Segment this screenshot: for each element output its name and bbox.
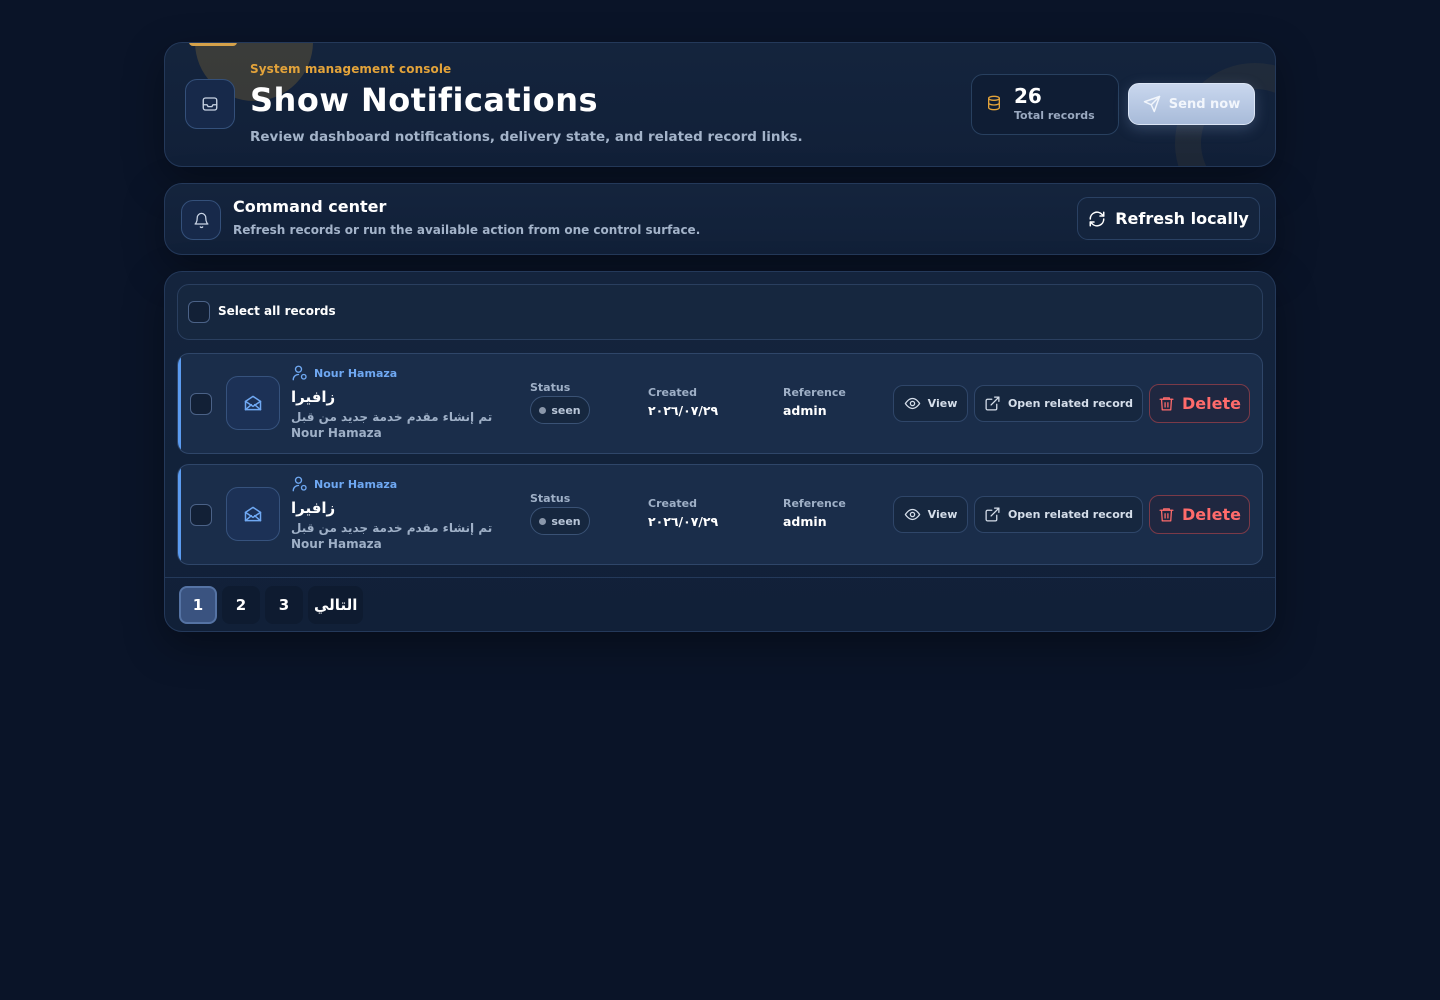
status-dot bbox=[539, 406, 547, 414]
created-value: ٢٠٢٦/٠٧/٢٩ bbox=[648, 514, 719, 529]
view-button[interactable]: View bbox=[893, 385, 968, 422]
row-accent-bar bbox=[178, 465, 181, 564]
row-checkbox[interactable] bbox=[190, 393, 212, 415]
created-value: ٢٠٢٦/٠٧/٢٩ bbox=[648, 403, 719, 418]
status-label: Status bbox=[530, 381, 571, 394]
delete-label: Delete bbox=[1182, 394, 1241, 413]
row-checkbox[interactable] bbox=[190, 504, 212, 526]
status-value: seen bbox=[551, 514, 581, 528]
open-related-record-label: Open related record bbox=[1007, 397, 1134, 410]
row-title: زافيرا bbox=[291, 388, 336, 406]
table-row: Nour Hamaza زافيرا تم إنشاء مقدم خدمة جد… bbox=[177, 353, 1263, 454]
list-divider bbox=[165, 577, 1275, 578]
pagination: 1 2 3 التالي bbox=[179, 586, 364, 624]
select-all-checkbox[interactable] bbox=[188, 301, 210, 323]
reference-label: Reference bbox=[783, 386, 846, 399]
command-center-title: Command center bbox=[233, 197, 387, 216]
page-title: Show Notifications bbox=[250, 81, 599, 119]
status-badge: seen bbox=[530, 396, 590, 424]
row-accent-bar bbox=[178, 354, 181, 453]
delete-button[interactable]: Delete bbox=[1149, 495, 1250, 534]
delete-button[interactable]: Delete bbox=[1149, 384, 1250, 423]
database-icon bbox=[986, 94, 1002, 112]
status-label: Status bbox=[530, 492, 571, 505]
send-now-button[interactable]: Send now bbox=[1128, 83, 1255, 125]
send-now-label: Send now bbox=[1168, 96, 1241, 112]
trash-icon bbox=[1158, 395, 1175, 412]
select-all-bar: Select all records bbox=[177, 284, 1263, 340]
refresh-locally-button[interactable]: Refresh locally bbox=[1077, 197, 1260, 240]
page-eyebrow: System management console bbox=[250, 62, 452, 76]
external-link-icon bbox=[984, 395, 1001, 412]
mail-open-icon bbox=[226, 376, 280, 430]
bell-icon bbox=[181, 200, 221, 240]
view-label: View bbox=[927, 508, 958, 521]
table-row: Nour Hamaza زافيرا تم إنشاء مقدم خدمة جد… bbox=[177, 464, 1263, 565]
page-button-2[interactable]: 2 bbox=[222, 586, 260, 624]
inbox-icon bbox=[185, 79, 235, 129]
row-sender: Nour Hamaza bbox=[291, 364, 397, 382]
open-related-record-button[interactable]: Open related record bbox=[974, 385, 1143, 422]
page-subtitle: Review dashboard notifications, delivery… bbox=[250, 129, 803, 145]
row-sender-name: Nour Hamaza bbox=[314, 477, 398, 491]
created-label: Created bbox=[648, 386, 697, 399]
view-label: View bbox=[927, 397, 958, 410]
open-related-record-label: Open related record bbox=[1007, 508, 1134, 521]
row-sender: Nour Hamaza bbox=[291, 475, 397, 493]
reference-value: admin bbox=[783, 403, 827, 418]
row-body: تم إنشاء مقدم خدمة جديد من قبل Nour Hama… bbox=[291, 410, 493, 440]
open-related-record-button[interactable]: Open related record bbox=[974, 496, 1143, 533]
user-icon bbox=[291, 475, 309, 493]
total-records-stat: 26 Total records bbox=[971, 74, 1119, 135]
accent-tab bbox=[189, 43, 237, 46]
created-label: Created bbox=[648, 497, 697, 510]
status-value: seen bbox=[551, 403, 581, 417]
view-button[interactable]: View bbox=[893, 496, 968, 533]
eye-icon bbox=[904, 395, 921, 412]
next-page-button[interactable]: التالي bbox=[308, 586, 364, 624]
refresh-icon bbox=[1088, 210, 1106, 228]
command-center-card: Command center Refresh records or run th… bbox=[164, 183, 1276, 255]
send-icon bbox=[1143, 95, 1161, 113]
external-link-icon bbox=[984, 506, 1001, 523]
page-header-card: System management console Show Notificat… bbox=[164, 42, 1276, 167]
trash-icon bbox=[1158, 506, 1175, 523]
page-button-3[interactable]: 3 bbox=[265, 586, 303, 624]
refresh-locally-label: Refresh locally bbox=[1115, 209, 1249, 228]
command-center-subtitle: Refresh records or run the available act… bbox=[233, 223, 701, 237]
row-title: زافيرا bbox=[291, 499, 336, 517]
row-sender-name: Nour Hamaza bbox=[314, 366, 398, 380]
mail-open-icon bbox=[226, 487, 280, 541]
notifications-list-card: Select all records Nour Hamaza زافيرا تم… bbox=[164, 271, 1276, 632]
reference-label: Reference bbox=[783, 497, 846, 510]
row-body: تم إنشاء مقدم خدمة جديد من قبل Nour Hama… bbox=[291, 521, 493, 551]
total-records-value: 26 bbox=[1014, 84, 1042, 108]
page-button-1[interactable]: 1 bbox=[179, 586, 217, 624]
reference-value: admin bbox=[783, 514, 827, 529]
delete-label: Delete bbox=[1182, 505, 1241, 524]
eye-icon bbox=[904, 506, 921, 523]
select-all-label: Select all records bbox=[218, 304, 336, 318]
status-badge: seen bbox=[530, 507, 590, 535]
status-dot bbox=[539, 517, 547, 525]
total-records-label: Total records bbox=[1014, 109, 1095, 122]
user-icon bbox=[291, 364, 309, 382]
